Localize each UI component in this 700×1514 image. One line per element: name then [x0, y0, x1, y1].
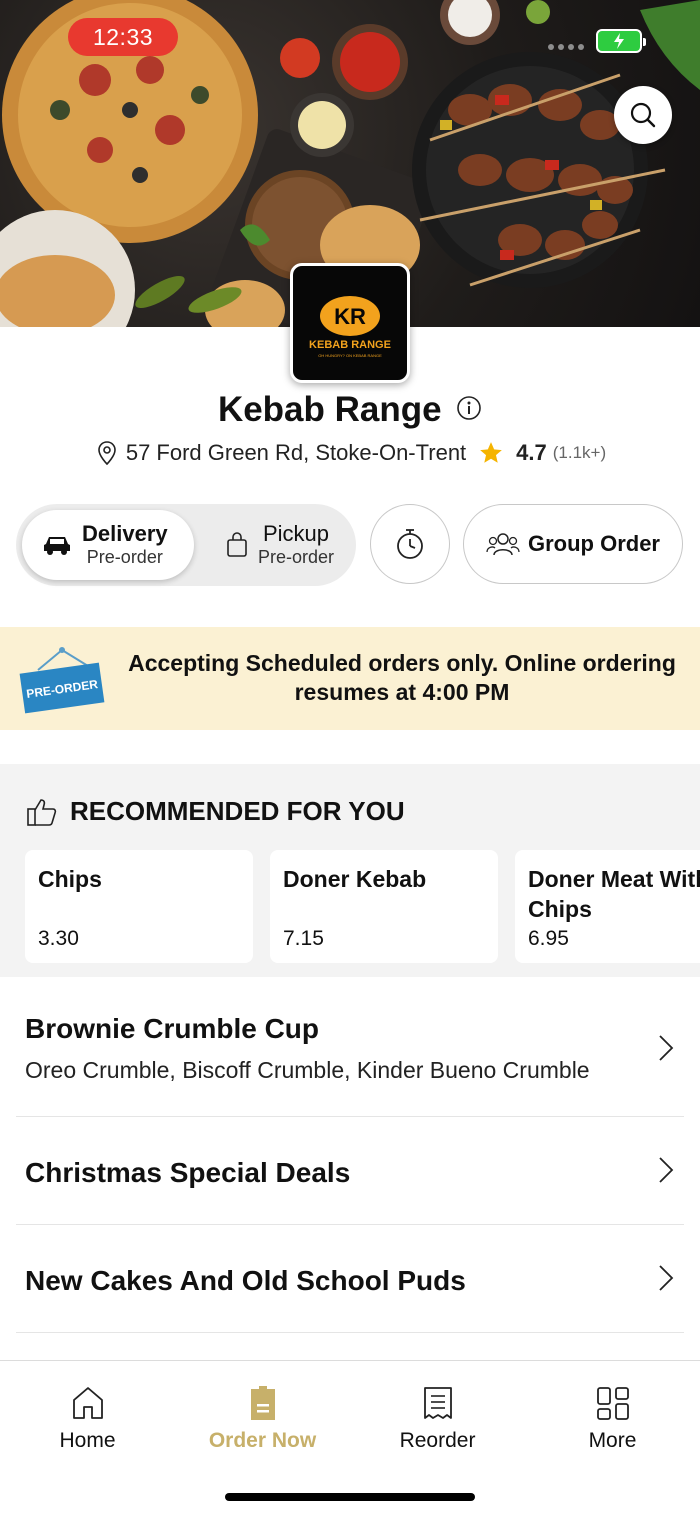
- location-pin-icon: [98, 441, 116, 466]
- category-title: New Cakes And Old School Puds: [25, 1265, 466, 1296]
- chevron-right-icon: [659, 1035, 674, 1061]
- recommended-item-card[interactable]: Doner Kebab 7.15: [270, 850, 498, 963]
- recommended-item-card[interactable]: Chips 3.30: [25, 850, 253, 963]
- restaurant-address: 57 Ford Green Rd, Stoke-On-Trent: [125, 440, 467, 465]
- nav-more-label: More: [588, 1429, 637, 1452]
- category-title: Christmas Special Deals: [25, 1157, 351, 1188]
- status-bar-time: 12:33: [68, 18, 178, 56]
- recommended-section: RECOMMENDED FOR YOU Chips 3.30 Doner Keb…: [0, 764, 700, 977]
- category-subtitle: Oreo Crumble, Biscoff Crumble, Kinder Bu…: [25, 1057, 590, 1083]
- grid-icon: [596, 1387, 629, 1420]
- home-icon: [72, 1387, 103, 1419]
- nav-home[interactable]: Home: [0, 1385, 175, 1453]
- rating-count: (1.1k+): [552, 443, 607, 462]
- category-row-cakes[interactable]: New Cakes And Old School Puds: [0, 1225, 700, 1333]
- receipt-icon: [423, 1387, 452, 1419]
- pickup-option[interactable]: Pickup Pre-order: [206, 510, 356, 580]
- banner-message: Accepting Scheduled orders only. Online …: [128, 650, 676, 705]
- search-button[interactable]: [614, 86, 672, 144]
- divider: [16, 1332, 684, 1333]
- category-row-brownie[interactable]: Brownie Crumble Cup Oreo Crumble, Biscof…: [0, 977, 700, 1117]
- nav-order-now-label: Order Now: [208, 1429, 317, 1452]
- logo-brand: KEBAB RANGE: [309, 339, 391, 351]
- recommended-item-name: Chips: [38, 866, 102, 892]
- recommended-item-price: 3.30: [38, 927, 79, 950]
- order-icon: [250, 1386, 275, 1420]
- restaurant-logo: KR KEBAB RANGE OH HUNGRY? ON KEBAB RANGE: [290, 263, 410, 383]
- group-order-label: Group Order: [527, 531, 660, 556]
- group-order-button[interactable]: Group Order: [463, 504, 683, 584]
- chevron-right-icon: [659, 1157, 674, 1183]
- pickup-sub: Pre-order: [258, 547, 335, 568]
- category-row-christmas[interactable]: Christmas Special Deals: [0, 1117, 700, 1225]
- chevron-right-icon: [659, 1265, 674, 1291]
- nav-order-now[interactable]: Order Now: [175, 1385, 350, 1453]
- recommended-item-name: Doner Kebab: [283, 866, 427, 892]
- category-title: Brownie Crumble Cup: [25, 1013, 320, 1044]
- recommended-item-price: 6.95: [528, 927, 569, 950]
- group-icon: [486, 533, 520, 556]
- recommended-header: RECOMMENDED FOR YOU: [26, 796, 405, 827]
- battery-icon: [596, 29, 646, 53]
- nav-home-label: Home: [59, 1429, 116, 1452]
- logo-tagline: OH HUNGRY? ON KEBAB RANGE: [318, 353, 382, 358]
- pickup-label: Pickup: [262, 521, 330, 546]
- preorder-sign-icon: PRE-ORDER: [18, 646, 106, 719]
- star-icon: [480, 442, 503, 463]
- logo-initials: KR: [334, 304, 366, 329]
- bag-icon: [227, 532, 247, 557]
- thumbs-up-icon: [27, 798, 57, 826]
- order-type-toggle: Delivery Pre-order Pickup Pre-order: [16, 504, 356, 586]
- recommended-title: RECOMMENDED FOR YOU: [70, 796, 405, 826]
- delivery-sub: Pre-order: [86, 547, 163, 568]
- restaurant-title-row: Kebab Range: [0, 390, 700, 430]
- nav-reorder-label: Reorder: [399, 1429, 476, 1452]
- address-row: 57 Ford Green Rd, Stoke-On-Trent 4.7 (1.…: [0, 440, 700, 466]
- bottom-nav: Home Order Now Reorder More: [0, 1360, 700, 1514]
- recommended-item-price: 7.15: [283, 927, 324, 950]
- timer-icon: [397, 529, 423, 559]
- search-icon: [630, 102, 656, 128]
- rating-value: 4.7: [516, 440, 547, 465]
- restaurant-name: Kebab Range: [217, 390, 442, 429]
- delivery-label: Delivery: [82, 521, 168, 546]
- signal-icon: [548, 44, 584, 50]
- home-indicator: [225, 1493, 475, 1501]
- schedule-button[interactable]: [370, 504, 450, 584]
- delivery-option[interactable]: Delivery Pre-order: [22, 510, 194, 580]
- info-icon[interactable]: [456, 395, 482, 426]
- nav-reorder[interactable]: Reorder: [350, 1385, 525, 1453]
- recommended-item-name: Doner Meat With Chips: [528, 866, 700, 922]
- car-icon: [44, 537, 70, 555]
- recommended-item-card[interactable]: Doner Meat With Chips 6.95: [515, 850, 700, 963]
- nav-more[interactable]: More: [525, 1385, 700, 1453]
